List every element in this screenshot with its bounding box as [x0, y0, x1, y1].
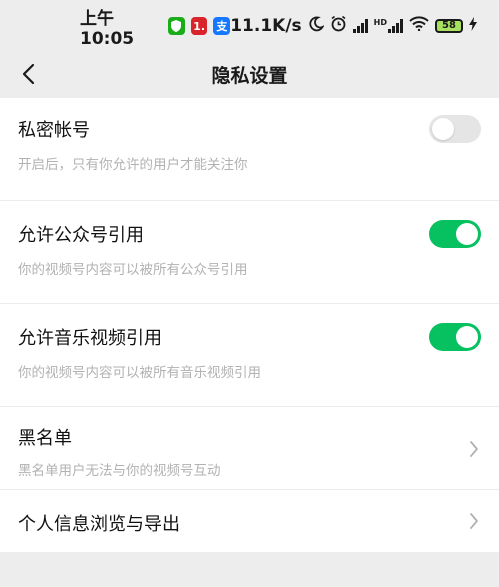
setting-row-blacklist[interactable]: 黑名单 黑名单用户无法与你的视频号互动 [0, 407, 499, 490]
battery-icon: 58 [435, 19, 463, 33]
allow-official-account-toggle[interactable] [429, 220, 481, 248]
setting-row-personal-info-export[interactable]: 个人信息浏览与导出 [0, 490, 499, 552]
chevron-right-icon [467, 438, 481, 460]
setting-title: 黑名单 [18, 428, 72, 449]
cell-signal-icon [352, 19, 368, 33]
toggle-knob [456, 223, 478, 245]
status-time: 上午10:05 [80, 8, 135, 49]
allow-music-video-toggle[interactable] [429, 323, 481, 351]
alarm-icon [330, 15, 347, 37]
chevron-left-icon [22, 63, 35, 85]
setting-subtitle: 黑名单用户无法与你的视频号互动 [18, 463, 221, 479]
setting-title: 允许音乐视频引用 [18, 328, 162, 349]
status-bar-left: 上午10:05 1. 支 [80, 4, 231, 49]
setting-row-allow-music-video: 允许音乐视频引用 你的视频号内容可以被所有音乐视频引用 [0, 304, 499, 407]
status-bar-right: 11.1K/s HD 58 [230, 15, 477, 37]
privacy-settings-list: 私密帐号 开启后，只有你允许的用户才能关注你 允许公众号引用 你的视频号内容可以… [0, 98, 499, 552]
hd-signal-group: HD [374, 19, 403, 33]
shield-app-icon [167, 17, 185, 35]
alipay-app-icon: 支 [213, 17, 231, 35]
private-account-toggle[interactable] [429, 115, 481, 143]
navigation-bar: 隐私设置 [0, 52, 499, 96]
toggle-knob [432, 118, 454, 140]
setting-title: 私密帐号 [18, 120, 90, 141]
setting-title: 允许公众号引用 [18, 225, 144, 246]
cell-signal-2-icon [388, 19, 403, 33]
setting-title: 个人信息浏览与导出 [18, 514, 180, 535]
charging-bolt-icon [469, 16, 477, 36]
network-speed: 11.1K/s [230, 16, 302, 36]
setting-subtitle: 你的视频号内容可以被所有公众号引用 [18, 262, 248, 278]
chevron-right-icon [467, 510, 481, 532]
setting-row-private-account: 私密帐号 开启后，只有你允许的用户才能关注你 [0, 98, 499, 201]
status-bar: 上午10:05 1. 支 11.1K/s HD 58 [0, 0, 499, 52]
notification-app-icon: 1. [190, 17, 208, 35]
setting-subtitle: 开启后，只有你允许的用户才能关注你 [18, 157, 248, 173]
do-not-disturb-moon-icon [308, 16, 325, 37]
hd-label: HD [373, 18, 387, 27]
setting-row-allow-official-account: 允许公众号引用 你的视频号内容可以被所有公众号引用 [0, 201, 499, 304]
wifi-icon [409, 16, 429, 36]
toggle-knob [456, 326, 478, 348]
page-title: 隐私设置 [211, 64, 288, 87]
back-button[interactable] [10, 56, 46, 92]
setting-subtitle: 你的视频号内容可以被所有音乐视频引用 [18, 365, 261, 381]
